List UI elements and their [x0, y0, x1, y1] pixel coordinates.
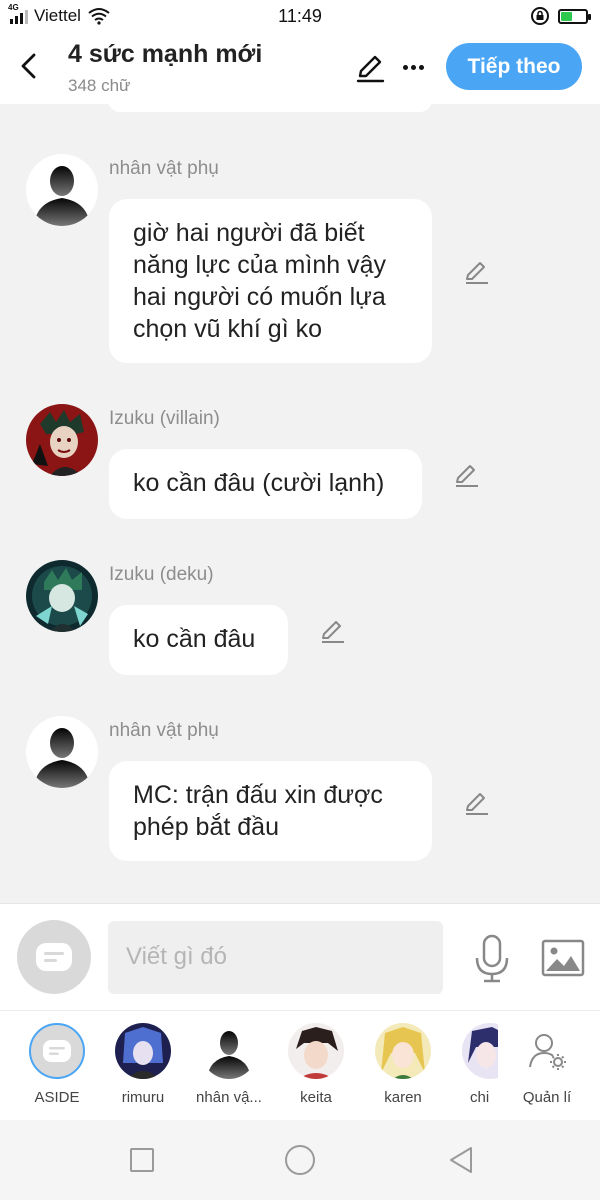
- character-aside[interactable]: ASIDE: [22, 1023, 92, 1106]
- character-selector: ASIDE rimuru nhân vậ... keita karen chi: [0, 1010, 600, 1120]
- character-keita[interactable]: keita: [281, 1023, 351, 1106]
- dot: [418, 64, 424, 70]
- recents-button[interactable]: [130, 1148, 154, 1172]
- message-bubble[interactable]: giờ hai người đã biết năng lực của mình …: [109, 199, 432, 363]
- pencil-icon: [456, 465, 478, 487]
- system-nav-bar: [0, 1120, 600, 1200]
- edit-message-button[interactable]: [317, 616, 347, 646]
- status-bar: 4G Viettel 11:49: [0, 0, 600, 32]
- pencil-icon: [322, 621, 344, 643]
- keita-avatar: [288, 1023, 344, 1079]
- character-name: chi: [470, 1089, 490, 1106]
- rimuru-avatar: [115, 1023, 171, 1079]
- status-right: [530, 6, 591, 26]
- karen-avatar: [375, 1023, 431, 1079]
- message-line: MC: trận đấu xin được: [133, 781, 383, 809]
- silhouette-avatar[interactable]: [26, 154, 98, 226]
- pencil-icon: [466, 262, 488, 284]
- message-bubble[interactable]: MC: trận đấu xin được phép bắt đầu: [109, 761, 432, 861]
- izuku-deku-avatar[interactable]: [26, 560, 98, 632]
- back-triangle-icon[interactable]: [448, 1145, 474, 1175]
- speaker-name: Izuku (villain): [109, 408, 220, 429]
- home-button[interactable]: [285, 1145, 315, 1175]
- image-icon: [541, 939, 585, 977]
- next-button[interactable]: Tiếp theo: [446, 43, 582, 90]
- aside-icon: [29, 1023, 85, 1079]
- page-title: 4 sức mạnh mới: [68, 40, 263, 68]
- insert-image-button[interactable]: [541, 938, 585, 978]
- character-karen[interactable]: karen: [368, 1023, 438, 1106]
- edit-message-button[interactable]: [461, 788, 491, 818]
- silhouette-avatar[interactable]: [26, 716, 98, 788]
- message-line: phép bắt đầu: [133, 813, 279, 841]
- pencil-icon: [466, 793, 488, 815]
- message-input[interactable]: Viết gì đó: [108, 921, 443, 994]
- character-name: keita: [300, 1089, 332, 1106]
- word-count: 348 chữ: [68, 76, 131, 95]
- message-bubble[interactable]: ko cần đâu (cười lạnh): [109, 449, 422, 519]
- character-name: ASIDE: [34, 1089, 80, 1106]
- microphone-button[interactable]: [472, 934, 512, 984]
- more-options-button[interactable]: [398, 52, 428, 82]
- previous-message-bubble[interactable]: [108, 100, 432, 112]
- dot: [410, 64, 416, 70]
- edit-title-button[interactable]: [354, 52, 386, 84]
- message-line: giờ hai người đã biết: [133, 219, 365, 247]
- speaker-name: nhân vật phụ: [109, 158, 219, 179]
- battery-icon: [558, 8, 591, 24]
- top-bar: 4 sức mạnh mới 348 chữ Tiếp theo: [0, 32, 600, 104]
- pencil-icon: [356, 55, 385, 83]
- composer-bar: Viết gì đó: [0, 903, 600, 1010]
- dot: [402, 64, 408, 70]
- character-name: rimuru: [121, 1089, 165, 1106]
- message-line: năng lực của mình vậy: [133, 251, 386, 279]
- message-line: ko cần đâu (cười lạnh): [133, 469, 385, 497]
- message-line: ko cần đâu: [133, 625, 256, 653]
- character-nhan-vat-phu[interactable]: nhân vậ...: [194, 1023, 264, 1106]
- chevron-left-icon: [21, 53, 36, 79]
- microphone-icon: [475, 934, 509, 983]
- chi-avatar: [462, 1023, 498, 1079]
- manage-characters-button[interactable]: Quản lí: [512, 1023, 582, 1106]
- edit-message-button[interactable]: [451, 460, 481, 490]
- message-bubble[interactable]: ko cần đâu: [109, 605, 288, 675]
- message-line: chọn vũ khí gì ko: [133, 315, 323, 343]
- manage-characters-icon: [519, 1023, 575, 1079]
- aside-toggle-button[interactable]: [17, 920, 91, 994]
- silhouette-avatar: [201, 1023, 257, 1079]
- speaker-name: nhân vật phụ: [109, 720, 219, 741]
- speaker-name: Izuku (deku): [109, 564, 214, 585]
- edit-message-button[interactable]: [461, 257, 491, 287]
- izuku-villain-avatar[interactable]: [26, 404, 98, 476]
- rotation-lock-icon: [531, 7, 549, 25]
- character-name: Quản lí: [522, 1089, 572, 1106]
- character-name: karen: [384, 1089, 422, 1106]
- aside-icon: [36, 943, 72, 971]
- character-chi[interactable]: chi: [454, 1023, 498, 1106]
- message-line: hai người có muốn lựa: [133, 283, 386, 311]
- clock: 11:49: [278, 6, 322, 26]
- character-name: nhân vậ...: [196, 1089, 262, 1106]
- character-rimuru[interactable]: rimuru: [108, 1023, 178, 1106]
- back-button[interactable]: [14, 50, 42, 82]
